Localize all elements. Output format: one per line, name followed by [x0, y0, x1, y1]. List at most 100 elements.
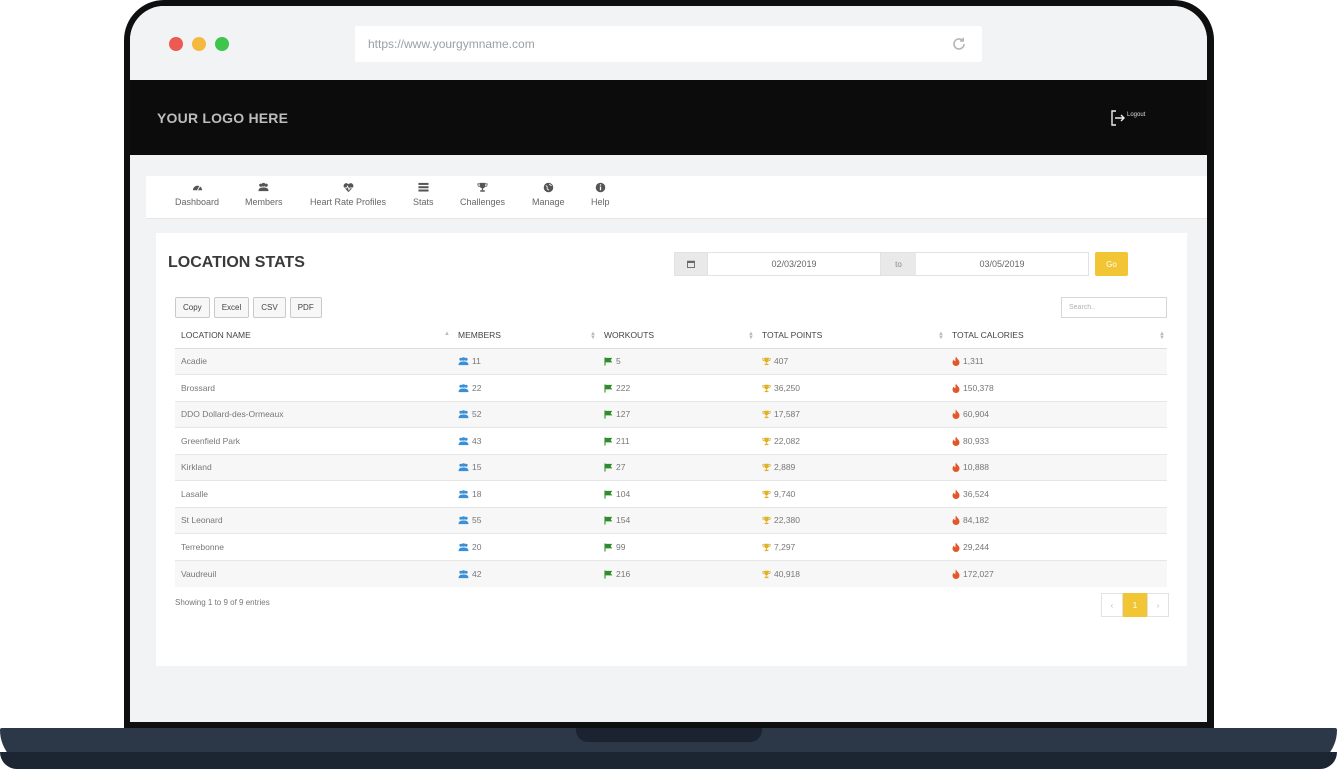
table-row[interactable]: Acadie 11 5 407 1,311	[175, 347, 1167, 375]
members-cell: 15	[452, 453, 598, 481]
column-header-workouts[interactable]: WORKOUTS ▲ ▼	[598, 323, 756, 349]
column-header-location-name[interactable]: LOCATION NAME ▲	[175, 323, 452, 349]
column-header-label: LOCATION NAME	[181, 330, 251, 341]
url-text[interactable]: https://www.yourgymname.com	[368, 37, 535, 51]
previous-page-button[interactable]: ‹	[1101, 593, 1123, 617]
flame-icon	[952, 515, 960, 526]
members-icon	[458, 463, 469, 472]
flame-icon	[952, 383, 960, 393]
sort-icon: ▲ ▼	[590, 331, 596, 341]
members-value: 20	[472, 541, 482, 552]
points-value: 17,587	[774, 409, 800, 420]
laptop-base-shade	[0, 752, 1337, 769]
table-row[interactable]: Lasalle 18 104 9,740 36,524	[175, 480, 1167, 507]
nav-item-challenges[interactable]: Challenges	[460, 182, 505, 207]
members-icon	[458, 490, 469, 498]
calories-value: 60,904	[963, 409, 989, 420]
laptop-screen: https://www.yourgymname.com YOUR LOGO HE…	[130, 6, 1207, 722]
flame-icon	[952, 569, 960, 579]
nav-item-heart-rate-profiles[interactable]: Heart Rate Profiles	[310, 182, 386, 207]
members-value: 43	[472, 435, 482, 446]
workouts-value: 104	[616, 488, 631, 499]
table-header-row: LOCATION NAME ▲ MEMBERS ▲ ▼ WORKOUTS ▲ ▼ TOTA…	[175, 323, 1167, 349]
go-button[interactable]: Go	[1095, 252, 1128, 276]
table-row[interactable]: Greenfield Park 43 211 22,082 80,933	[175, 427, 1167, 454]
location-name: Vaudreuil	[181, 568, 217, 579]
trophy-icon	[762, 411, 771, 419]
points-value: 407	[774, 356, 789, 367]
logout-icon	[1110, 110, 1125, 131]
nav-label: Challenges	[460, 197, 506, 207]
date-from-input[interactable]: 02/03/2019	[708, 252, 881, 276]
trophy-icon	[762, 543, 771, 551]
location-name: St Leonard	[181, 515, 223, 526]
logout-label: Logout	[1127, 112, 1146, 118]
stats-icon	[418, 182, 429, 192]
window-maximize-dot[interactable]	[215, 37, 229, 51]
column-header-total-calories[interactable]: TOTAL CALORIES ▲ ▼	[946, 323, 1167, 349]
column-header-members[interactable]: MEMBERS ▲ ▼	[452, 323, 598, 349]
nav-item-dashboard[interactable]: Dashboard	[175, 182, 219, 207]
calories-value: 80,933	[963, 435, 989, 446]
table-row[interactable]: Brossard 22 222 36,250 150,378	[175, 374, 1167, 401]
next-page-button[interactable]: ›	[1147, 593, 1169, 617]
logout-button[interactable]: Logout	[1110, 110, 1145, 131]
nav-item-stats[interactable]: Stats	[413, 182, 434, 207]
nav-item-help[interactable]: Help	[591, 182, 610, 207]
calories-cell: 150,378	[946, 374, 1167, 401]
location-name: Greenfield Park	[181, 435, 241, 446]
flag-icon	[604, 543, 613, 552]
nav-item-manage[interactable]: Manage	[532, 182, 565, 207]
page-button-current[interactable]: 1	[1123, 593, 1147, 617]
workouts-value: 127	[616, 409, 631, 420]
calories-value: 84,182	[963, 515, 989, 526]
excel-button[interactable]: Excel	[213, 297, 250, 318]
location-name-cell: Brossard	[175, 374, 452, 401]
location-name-cell: Lasalle	[175, 480, 452, 507]
calories-value: 150,378	[963, 382, 994, 393]
calories-cell: 1,311	[946, 347, 1167, 375]
table-row[interactable]: Kirkland 15 27 2,889 10,888	[175, 453, 1167, 481]
search-input[interactable]	[1061, 297, 1167, 318]
pdf-button[interactable]: PDF	[289, 297, 322, 318]
reload-icon[interactable]	[950, 35, 968, 53]
window-close-dot[interactable]	[169, 37, 183, 51]
points-cell: 7,297	[756, 533, 946, 560]
members-icon	[458, 357, 469, 366]
location-name: DDO Dollard-des-Ormeaux	[181, 409, 284, 420]
workouts-value: 99	[616, 541, 626, 552]
location-name: Acadie	[181, 356, 207, 367]
calories-cell: 36,524	[946, 480, 1167, 507]
workouts-value: 5	[616, 356, 621, 367]
table-row[interactable]: Vaudreuil 42 216 40,918 172,027	[175, 559, 1167, 587]
column-header-total-points[interactable]: TOTAL POINTS ▲ ▼	[756, 323, 946, 349]
nav-item-members[interactable]: Members	[245, 182, 283, 207]
address-bar[interactable]: https://www.yourgymname.com	[355, 26, 982, 62]
flag-icon	[604, 463, 613, 472]
workouts-cell: 127	[598, 400, 756, 428]
nav-label: Heart Rate Profiles	[310, 197, 387, 207]
table-row[interactable]: St Leonard 55 154 22,380 84,182	[175, 506, 1167, 534]
calories-value: 1,311	[963, 356, 984, 367]
copy-button[interactable]: Copy	[175, 297, 210, 318]
points-cell: 407	[756, 347, 946, 375]
flame-icon	[952, 462, 960, 473]
members-icon	[458, 543, 469, 551]
table-row[interactable]: Terrebonne 20 99 7,297 29,244	[175, 533, 1167, 560]
points-value: 9,740	[774, 488, 796, 499]
flag-icon	[604, 410, 613, 419]
date-to-input[interactable]: 03/05/2019	[916, 252, 1089, 276]
members-cell: 43	[452, 427, 598, 454]
points-value: 7,297	[774, 541, 796, 552]
date-to-label: to	[881, 252, 916, 276]
csv-button[interactable]: CSV	[253, 297, 286, 318]
dashboard-icon	[192, 185, 202, 191]
window-minimize-dot[interactable]	[192, 37, 206, 51]
workouts-cell: 27	[598, 453, 756, 481]
table-row[interactable]: DDO Dollard-des-Ormeaux 52 127 17,587 60…	[175, 400, 1167, 428]
workouts-value: 154	[616, 515, 631, 526]
points-value: 2,889	[774, 462, 796, 473]
trophy-icon	[762, 358, 771, 366]
globe-icon	[543, 182, 554, 193]
calendar-icon[interactable]	[674, 252, 708, 276]
